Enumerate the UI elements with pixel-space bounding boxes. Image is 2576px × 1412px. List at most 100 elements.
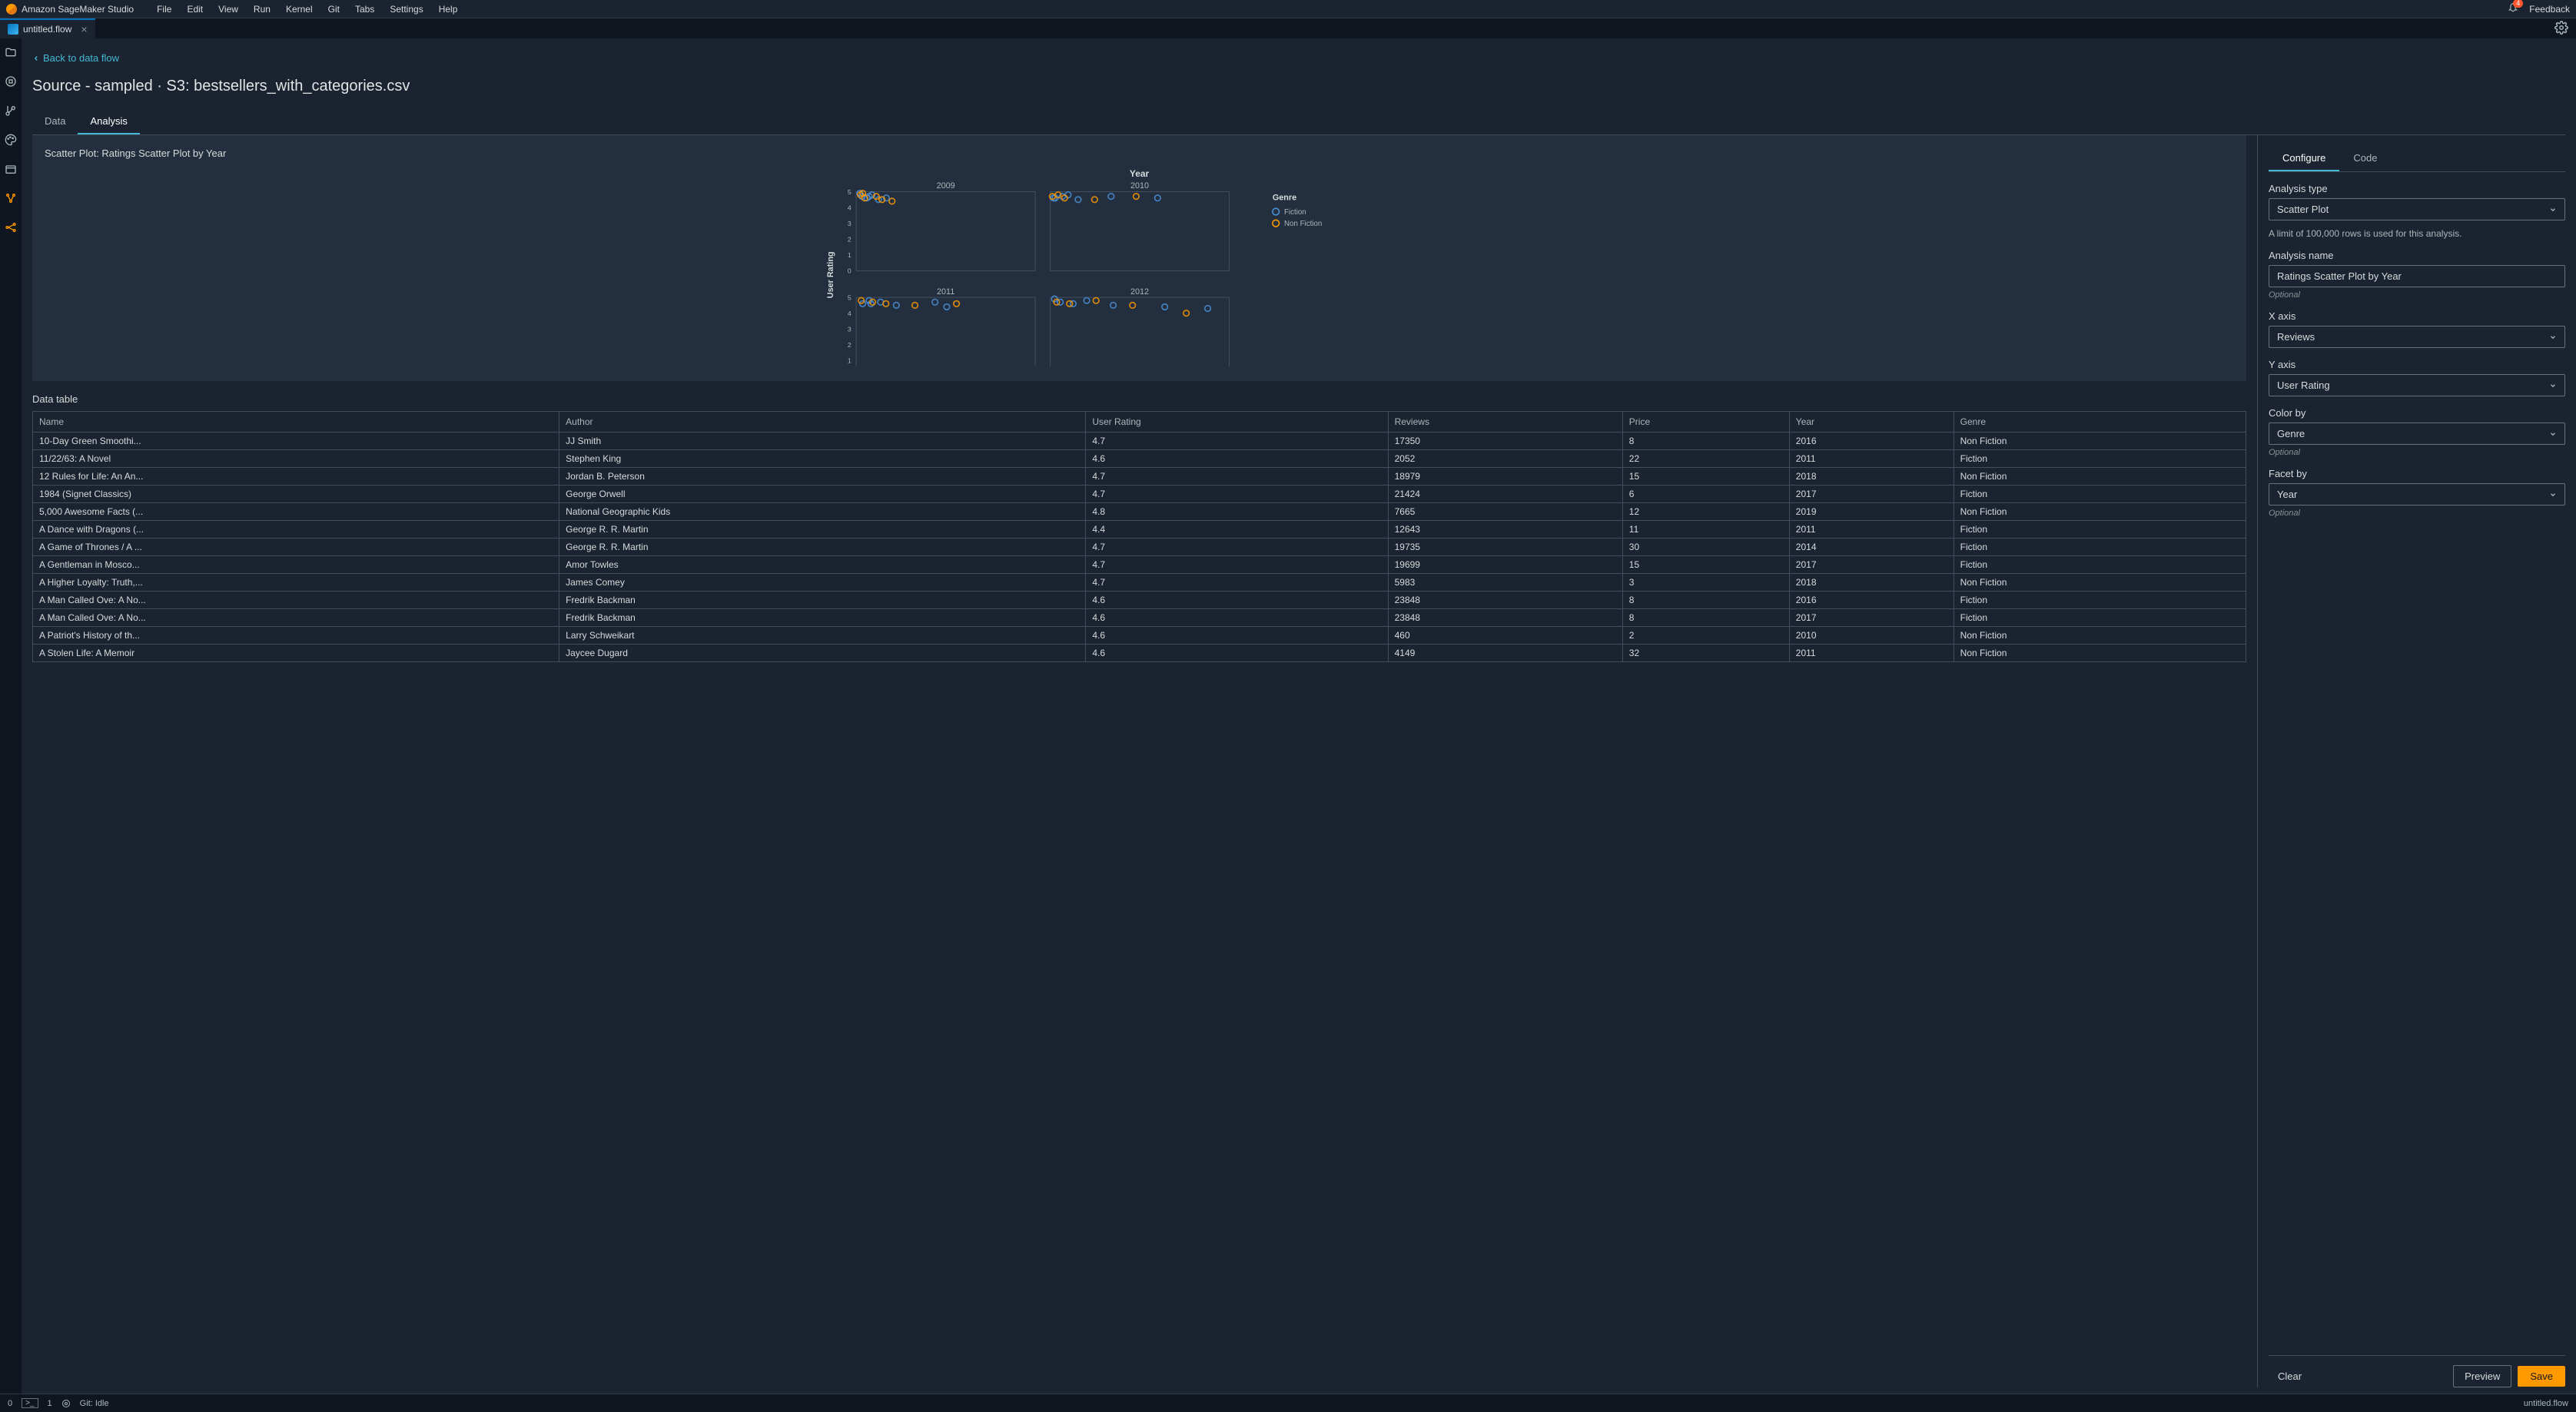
optional-hint: Optional (2269, 448, 2565, 457)
svg-text:User Rating: User Rating (826, 251, 835, 298)
tab-label: untitled.flow (23, 24, 71, 35)
analysis-name-label: Analysis name (2269, 250, 2565, 261)
menu-settings[interactable]: Settings (382, 4, 430, 15)
statusbar: 0 >_ 1 Git: Idle untitled.flow (0, 1394, 2576, 1412)
analysis-name-input[interactable] (2269, 265, 2565, 287)
table-row[interactable]: A Man Called Ove: A No...Fredrik Backman… (33, 592, 2246, 609)
table-row[interactable]: 12 Rules for Life: An An...Jordan B. Pet… (33, 468, 2246, 486)
notifications-button[interactable]: 4 (2508, 2, 2518, 15)
notif-badge: 4 (2513, 0, 2523, 8)
menu-tabs[interactable]: Tabs (347, 4, 382, 15)
sidebar (0, 38, 22, 1394)
facet-by-select[interactable]: Year (2269, 483, 2565, 505)
feedback-link[interactable]: Feedback (2529, 4, 2570, 15)
table-row[interactable]: A Dance with Dragons (...George R. R. Ma… (33, 521, 2246, 539)
col-header[interactable]: Author (559, 412, 1086, 433)
x-axis-label: X axis (2269, 310, 2565, 322)
table-row[interactable]: A Game of Thrones / A ...George R. R. Ma… (33, 539, 2246, 556)
table-row[interactable]: A Patriot's History of th...Larry Schwei… (33, 627, 2246, 645)
table-row[interactable]: 10-Day Green Smoothi...JJ Smith4.7173508… (33, 433, 2246, 450)
stop-icon[interactable] (5, 75, 17, 88)
table-row[interactable]: 11/22/63: A NovelStephen King4.620522220… (33, 450, 2246, 468)
brand-text: Amazon SageMaker Studio (22, 4, 134, 15)
tab-data[interactable]: Data (32, 109, 78, 134)
svg-text:Year: Year (1130, 168, 1150, 179)
chevron-down-icon (2549, 491, 2557, 499)
svg-text:2010: 2010 (1130, 181, 1149, 191)
x-axis-select[interactable]: Reviews (2269, 326, 2565, 348)
table-row[interactable]: 5,000 Awesome Facts (...National Geograp… (33, 503, 2246, 521)
svg-text:2011: 2011 (937, 287, 954, 297)
col-header[interactable]: Price (1622, 412, 1789, 433)
table-row[interactable]: 1984 (Signet Classics)George Orwell4.721… (33, 486, 2246, 503)
page-title: Source - sampled · S3: bestsellers_with_… (32, 78, 2565, 95)
menu-git[interactable]: Git (320, 4, 347, 15)
clear-button[interactable]: Clear (2269, 1366, 2311, 1387)
table-row[interactable]: A Stolen Life: A MemoirJaycee Dugard4.64… (33, 645, 2246, 662)
analysis-type-label: Analysis type (2269, 183, 2565, 194)
menu-kernel[interactable]: Kernel (278, 4, 320, 15)
tab-analysis[interactable]: Analysis (78, 109, 139, 134)
svg-text:4: 4 (848, 310, 851, 317)
terminal-icon[interactable]: >_ (22, 1398, 38, 1408)
brand: Amazon SageMaker Studio (6, 4, 134, 15)
col-header[interactable]: Year (1789, 412, 1954, 433)
y-axis-select[interactable]: User Rating (2269, 374, 2565, 396)
tabs-icon[interactable] (5, 163, 17, 175)
chart-card: Scatter Plot: Ratings Scatter Plot by Ye… (32, 135, 2246, 381)
svg-text:Fiction: Fiction (1284, 208, 1306, 217)
pipeline-icon[interactable] (5, 221, 17, 234)
back-link[interactable]: Back to data flow (32, 52, 2565, 64)
subtabs: Data Analysis (32, 109, 2565, 135)
git-icon[interactable] (5, 104, 17, 117)
status-zero: 0 (8, 1399, 12, 1408)
gear-icon[interactable] (2554, 21, 2568, 35)
data-table-label: Data table (32, 393, 2246, 405)
chevron-down-icon (2549, 206, 2557, 214)
chevron-left-icon (32, 55, 40, 62)
row-limit-info: A limit of 100,000 rows is used for this… (2269, 228, 2565, 239)
optional-hint: Optional (2269, 290, 2565, 300)
table-row[interactable]: A Higher Loyalty: Truth,...James Comey4.… (33, 574, 2246, 592)
chevron-down-icon (2549, 382, 2557, 389)
status-file: untitled.flow (2524, 1399, 2568, 1408)
col-header[interactable]: Name (33, 412, 559, 433)
flow-icon (8, 24, 18, 35)
status-one: 1 (48, 1399, 52, 1408)
svg-text:4: 4 (848, 204, 851, 211)
palette-icon[interactable] (5, 134, 17, 146)
svg-text:2012: 2012 (1130, 287, 1149, 297)
svg-text:3: 3 (848, 220, 851, 227)
components-icon[interactable] (5, 192, 17, 204)
svg-text:0: 0 (848, 267, 851, 275)
svg-text:Genre: Genre (1273, 193, 1296, 202)
svg-text:3: 3 (848, 326, 851, 333)
gear-icon[interactable] (61, 1399, 71, 1408)
table-row[interactable]: A Gentleman in Mosco...Amor Towles4.7196… (33, 556, 2246, 574)
menu-run[interactable]: Run (246, 4, 278, 15)
tab-configure[interactable]: Configure (2269, 146, 2339, 171)
color-by-label: Color by (2269, 407, 2565, 419)
table-row[interactable]: A Man Called Ove: A No...Fredrik Backman… (33, 609, 2246, 627)
y-axis-label: Y axis (2269, 359, 2565, 370)
svg-text:2: 2 (848, 341, 851, 349)
file-tab[interactable]: untitled.flow × (0, 18, 95, 38)
color-by-select[interactable]: Genre (2269, 423, 2565, 445)
tab-code[interactable]: Code (2339, 146, 2391, 171)
save-button[interactable]: Save (2518, 1366, 2565, 1387)
col-header[interactable]: Genre (1954, 412, 2246, 433)
folder-icon[interactable] (5, 46, 17, 58)
preview-button[interactable]: Preview (2453, 1365, 2511, 1387)
analysis-type-select[interactable]: Scatter Plot (2269, 198, 2565, 220)
data-table: NameAuthorUser RatingReviewsPriceYearGen… (32, 411, 2246, 1387)
menu-help[interactable]: Help (431, 4, 466, 15)
close-icon[interactable]: × (81, 24, 87, 35)
col-header[interactable]: Reviews (1388, 412, 1622, 433)
col-header[interactable]: User Rating (1086, 412, 1388, 433)
menu-edit[interactable]: Edit (179, 4, 211, 15)
config-panel: Configure Code Analysis type Scatter Plo… (2258, 135, 2565, 1387)
menu-file[interactable]: File (149, 4, 179, 15)
menu-view[interactable]: View (211, 4, 246, 15)
chart-title: Scatter Plot: Ratings Scatter Plot by Ye… (45, 147, 2234, 159)
facet-by-label: Facet by (2269, 468, 2565, 479)
